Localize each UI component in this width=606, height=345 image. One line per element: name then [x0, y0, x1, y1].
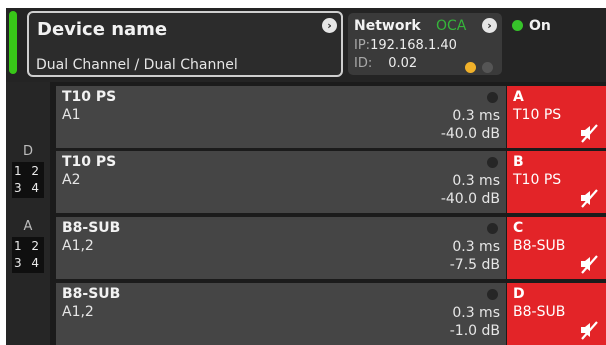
chevron-right-icon[interactable]: ›	[322, 18, 337, 33]
speaker-name: B8-SUB	[62, 286, 121, 302]
output-row[interactable]: B8-SUB A1,2 0.3 ms -7.5 dB	[56, 217, 506, 279]
device-name: Device name	[37, 19, 168, 40]
group-letter: D	[22, 144, 33, 159]
id-value: 0.02	[388, 56, 418, 71]
input-source: A1,2	[62, 304, 94, 320]
ip-label: IP:	[354, 38, 371, 53]
speaker-name: T10 PS	[62, 154, 117, 170]
device-name-panel[interactable]: Device name Dual Channel / Dual Channel …	[27, 11, 343, 77]
speaker-muted-icon	[581, 321, 598, 340]
ip-value: 192.168.1.40	[370, 38, 457, 53]
group-channels-row: 1 2	[13, 164, 43, 178]
channel-speaker: T10 PS	[513, 172, 562, 188]
network-protocol: OCA	[436, 18, 467, 34]
device-id: ID: 0.02	[354, 56, 417, 71]
input-group-strip: D 1 2 3 4 A 1 2 3 4	[6, 82, 50, 345]
delay-value: 0.3 ms	[452, 239, 500, 255]
network-status-led-off	[482, 62, 493, 73]
input-group-d[interactable]: D 1 2 3 4	[6, 144, 50, 198]
channel-letter: D	[513, 286, 525, 302]
gain-value: -40.0 dB	[440, 126, 500, 142]
channel-letter: B	[513, 154, 524, 170]
channel-speaker: B8-SUB	[513, 304, 566, 320]
input-group-a[interactable]: A 1 2 3 4	[6, 219, 50, 273]
signal-led	[487, 157, 498, 168]
group-channels-row: 3 4	[13, 181, 43, 195]
delay-value: 0.3 ms	[452, 305, 500, 321]
speaker-muted-icon	[581, 189, 598, 208]
header-bar: Device name Dual Channel / Dual Channel …	[6, 8, 606, 82]
speaker-muted-icon	[581, 124, 598, 143]
delay-value: 0.3 ms	[452, 108, 500, 124]
power-led	[512, 20, 523, 31]
channel-letter: C	[513, 220, 524, 236]
input-source: A2	[62, 172, 81, 188]
speaker-name: T10 PS	[62, 89, 117, 105]
delay-value: 0.3 ms	[452, 173, 500, 189]
channel-c-button[interactable]: C B8-SUB	[507, 217, 606, 279]
network-label: Network	[354, 18, 421, 34]
group-channels-row: 3 4	[13, 256, 43, 270]
network-panel[interactable]: Network OCA › IP:192.168.1.40 ID: 0.02	[348, 13, 502, 75]
signal-led	[487, 223, 498, 234]
gain-value: -40.0 dB	[440, 191, 500, 207]
output-row[interactable]: T10 PS A1 0.3 ms -40.0 dB	[56, 86, 506, 148]
channel-a-button[interactable]: A T10 PS	[507, 86, 606, 148]
signal-led	[487, 289, 498, 300]
output-row[interactable]: T10 PS A2 0.3 ms -40.0 dB	[56, 151, 506, 213]
chevron-right-icon[interactable]: ›	[482, 18, 497, 33]
signal-led	[487, 92, 498, 103]
gain-value: -1.0 dB	[449, 323, 500, 339]
speaker-muted-icon	[581, 255, 598, 274]
group-channels: 1 2 3 4	[12, 237, 44, 273]
power-label: On	[529, 18, 551, 34]
gain-value: -7.5 dB	[449, 257, 500, 273]
group-channels: 1 2 3 4	[12, 162, 44, 198]
input-source: A1	[62, 107, 81, 123]
device-screen: Device name Dual Channel / Dual Channel …	[6, 8, 606, 345]
device-type: Dual Channel / Dual Channel	[36, 57, 238, 73]
input-source: A1,2	[62, 238, 94, 254]
network-status-led	[465, 62, 476, 73]
channel-letter: A	[513, 89, 524, 105]
channel-speaker: T10 PS	[513, 107, 562, 123]
ip-address: IP:192.168.1.40	[354, 38, 457, 53]
channel-b-button[interactable]: B T10 PS	[507, 151, 606, 213]
output-row[interactable]: B8-SUB A1,2 0.3 ms -1.0 dB	[56, 283, 506, 345]
group-letter: A	[23, 219, 33, 234]
channel-speaker: B8-SUB	[513, 238, 566, 254]
status-bar	[9, 11, 17, 74]
channel-d-button[interactable]: D B8-SUB	[507, 283, 606, 345]
speaker-name: B8-SUB	[62, 220, 121, 236]
group-channels-row: 1 2	[13, 239, 43, 253]
id-label: ID:	[354, 56, 373, 71]
